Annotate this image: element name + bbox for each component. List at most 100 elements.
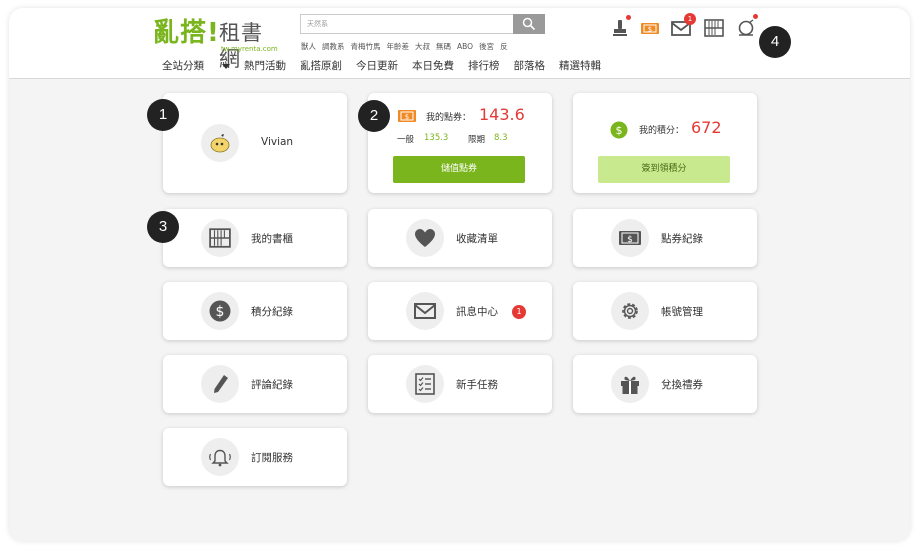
points-label: 我的點券： bbox=[426, 113, 472, 123]
menu-card-account[interactable]: 帳號管理 bbox=[573, 282, 757, 340]
menu-card-gift[interactable]: 兌換禮券 bbox=[573, 355, 757, 413]
limited-value: 8.3 bbox=[494, 133, 508, 143]
checkin-score-button[interactable]: 簽到領積分 bbox=[598, 156, 730, 183]
mail-icon bbox=[414, 303, 436, 319]
nav-item[interactable]: 部落格 bbox=[514, 58, 546, 73]
menu-label: 積分紀錄 bbox=[251, 306, 293, 318]
nav-item[interactable]: 熱門活動 bbox=[244, 58, 286, 73]
menu-label: 新手任務 bbox=[456, 379, 498, 391]
nav-label: 全站分類 bbox=[162, 60, 204, 72]
user-profile-card[interactable]: Vivian bbox=[163, 93, 347, 193]
hot-word[interactable]: 年齡差 bbox=[387, 42, 410, 51]
site-logo[interactable]: 亂搭! 租書網 tw.myrenta.com bbox=[153, 18, 283, 71]
callout-marker-4: 4 bbox=[759, 26, 791, 58]
icon-circle bbox=[611, 292, 649, 330]
hot-word[interactable]: 獸人 bbox=[301, 42, 316, 51]
notification-dot bbox=[753, 14, 758, 19]
menu-card-favorites[interactable]: 收藏清單 bbox=[368, 209, 552, 267]
logo-mark: 亂搭! bbox=[153, 18, 220, 48]
heart-icon bbox=[415, 229, 435, 247]
svg-text:$: $ bbox=[627, 235, 633, 245]
nav-all-categories[interactable]: 全站分類 bbox=[162, 58, 230, 73]
menu-label: 兌換禮券 bbox=[661, 379, 703, 391]
bookshelf-icon-button[interactable] bbox=[704, 18, 724, 38]
menu-label: 訊息中心 bbox=[456, 306, 498, 318]
hot-word[interactable]: 無碼 bbox=[436, 42, 451, 51]
avatar-icon-button[interactable] bbox=[736, 14, 758, 38]
message-badge: 1 bbox=[512, 305, 526, 319]
limited-label: 限期 bbox=[468, 135, 486, 145]
callout-marker-1: 1 bbox=[147, 99, 179, 131]
menu-card-reviews[interactable]: 評論紀錄 bbox=[163, 355, 347, 413]
svg-text:$: $ bbox=[616, 124, 623, 137]
app-window: 亂搭! 租書網 tw.myrenta.com 天然系 獸人 調教系 青梅竹馬 年齡差大… bbox=[9, 8, 910, 541]
nav-item[interactable]: 亂搭原創 bbox=[300, 58, 342, 73]
icon-circle: $ bbox=[201, 292, 239, 330]
bell-icon bbox=[209, 449, 231, 467]
notification-dot bbox=[626, 15, 631, 20]
menu-card-score-records[interactable]: $ 積分紀錄 bbox=[163, 282, 347, 340]
nav-item[interactable]: 今日更新 bbox=[356, 58, 398, 73]
avatar bbox=[201, 124, 239, 162]
user-name: Vivian bbox=[261, 136, 294, 148]
hot-word[interactable]: 後宮 bbox=[479, 42, 494, 51]
ticket-icon: $ bbox=[398, 110, 416, 122]
hot-word[interactable]: 大叔 bbox=[415, 42, 430, 51]
nav-item[interactable]: 排行榜 bbox=[468, 58, 500, 73]
points-card: $ 我的點券： 143.6 一般 135.3 限期 8.3 儲值點券 bbox=[368, 93, 552, 193]
mail-icon-button[interactable]: 1 bbox=[671, 13, 696, 38]
svg-text:$: $ bbox=[216, 304, 225, 320]
stamp-icon-button[interactable] bbox=[610, 15, 631, 38]
icon-circle bbox=[406, 365, 444, 403]
mail-badge: 1 bbox=[684, 13, 696, 25]
hot-search-words: 獸人 調教系 青梅竹馬 年齡差 大叔 無碼 ABO 後宮反 bbox=[301, 41, 514, 52]
checklist-icon bbox=[415, 373, 435, 395]
icon-circle bbox=[201, 219, 239, 257]
gift-icon bbox=[621, 376, 639, 394]
callout-marker-3: 3 bbox=[147, 211, 179, 243]
score-value: 672 bbox=[691, 118, 722, 137]
icon-circle bbox=[611, 365, 649, 403]
hot-word[interactable]: 調教系 bbox=[322, 42, 345, 51]
gear-icon bbox=[622, 303, 638, 319]
chevron-down-icon bbox=[222, 63, 230, 69]
general-label: 一般 bbox=[397, 135, 415, 145]
svg-text:$: $ bbox=[648, 26, 652, 34]
main-nav: 全站分類 熱門活動 亂搭原創 今日更新 本日免費 排行榜 部落格 精選特輯 bbox=[162, 58, 615, 73]
nav-item[interactable]: 本日免費 bbox=[412, 58, 454, 73]
general-value: 135.3 bbox=[424, 133, 449, 143]
stamp-icon bbox=[613, 20, 627, 36]
search-input[interactable]: 天然系 bbox=[300, 14, 513, 34]
menu-card-tasks[interactable]: 新手任務 bbox=[368, 355, 552, 413]
menu-label: 評論紀錄 bbox=[251, 379, 293, 391]
icon-circle bbox=[406, 292, 444, 330]
ticket-icon: $ bbox=[619, 231, 641, 245]
score-card: $ 我的積分： 672 簽到領積分 bbox=[573, 93, 757, 193]
menu-card-messages[interactable]: 訊息中心 1 bbox=[368, 282, 552, 340]
icon-circle: $ bbox=[611, 219, 649, 257]
hot-word[interactable]: 反 bbox=[500, 42, 508, 51]
nav-item[interactable]: 精選特輯 bbox=[559, 58, 601, 73]
icon-circle bbox=[201, 438, 239, 476]
hot-word[interactable]: 青梅竹馬 bbox=[351, 42, 381, 51]
pen-icon bbox=[214, 375, 228, 393]
ticket-icon-button[interactable]: $ bbox=[640, 18, 660, 38]
bookshelf-icon bbox=[704, 19, 724, 37]
search-button[interactable] bbox=[513, 14, 545, 34]
icon-circle bbox=[406, 219, 444, 257]
menu-label: 收藏清單 bbox=[456, 233, 498, 245]
menu-label: 帳號管理 bbox=[661, 306, 703, 318]
menu-label: 訂閱服務 bbox=[251, 452, 293, 464]
topup-points-button[interactable]: 儲值點券 bbox=[393, 156, 525, 183]
search-icon bbox=[522, 17, 536, 31]
hot-word[interactable]: ABO bbox=[457, 42, 473, 51]
menu-card-bookshelf[interactable]: 我的書櫃 bbox=[163, 209, 347, 267]
score-dollar-icon: $ bbox=[610, 121, 628, 139]
menu-label: 點券紀錄 bbox=[661, 233, 703, 245]
logo-url: tw.myrenta.com bbox=[221, 45, 278, 53]
menu-card-point-records[interactable]: $ 點券紀錄 bbox=[573, 209, 757, 267]
menu-card-subscription[interactable]: 訂閱服務 bbox=[163, 428, 347, 486]
callout-marker-2: 2 bbox=[358, 100, 390, 132]
dollar-icon: $ bbox=[209, 300, 231, 322]
bookshelf-icon bbox=[209, 228, 231, 248]
